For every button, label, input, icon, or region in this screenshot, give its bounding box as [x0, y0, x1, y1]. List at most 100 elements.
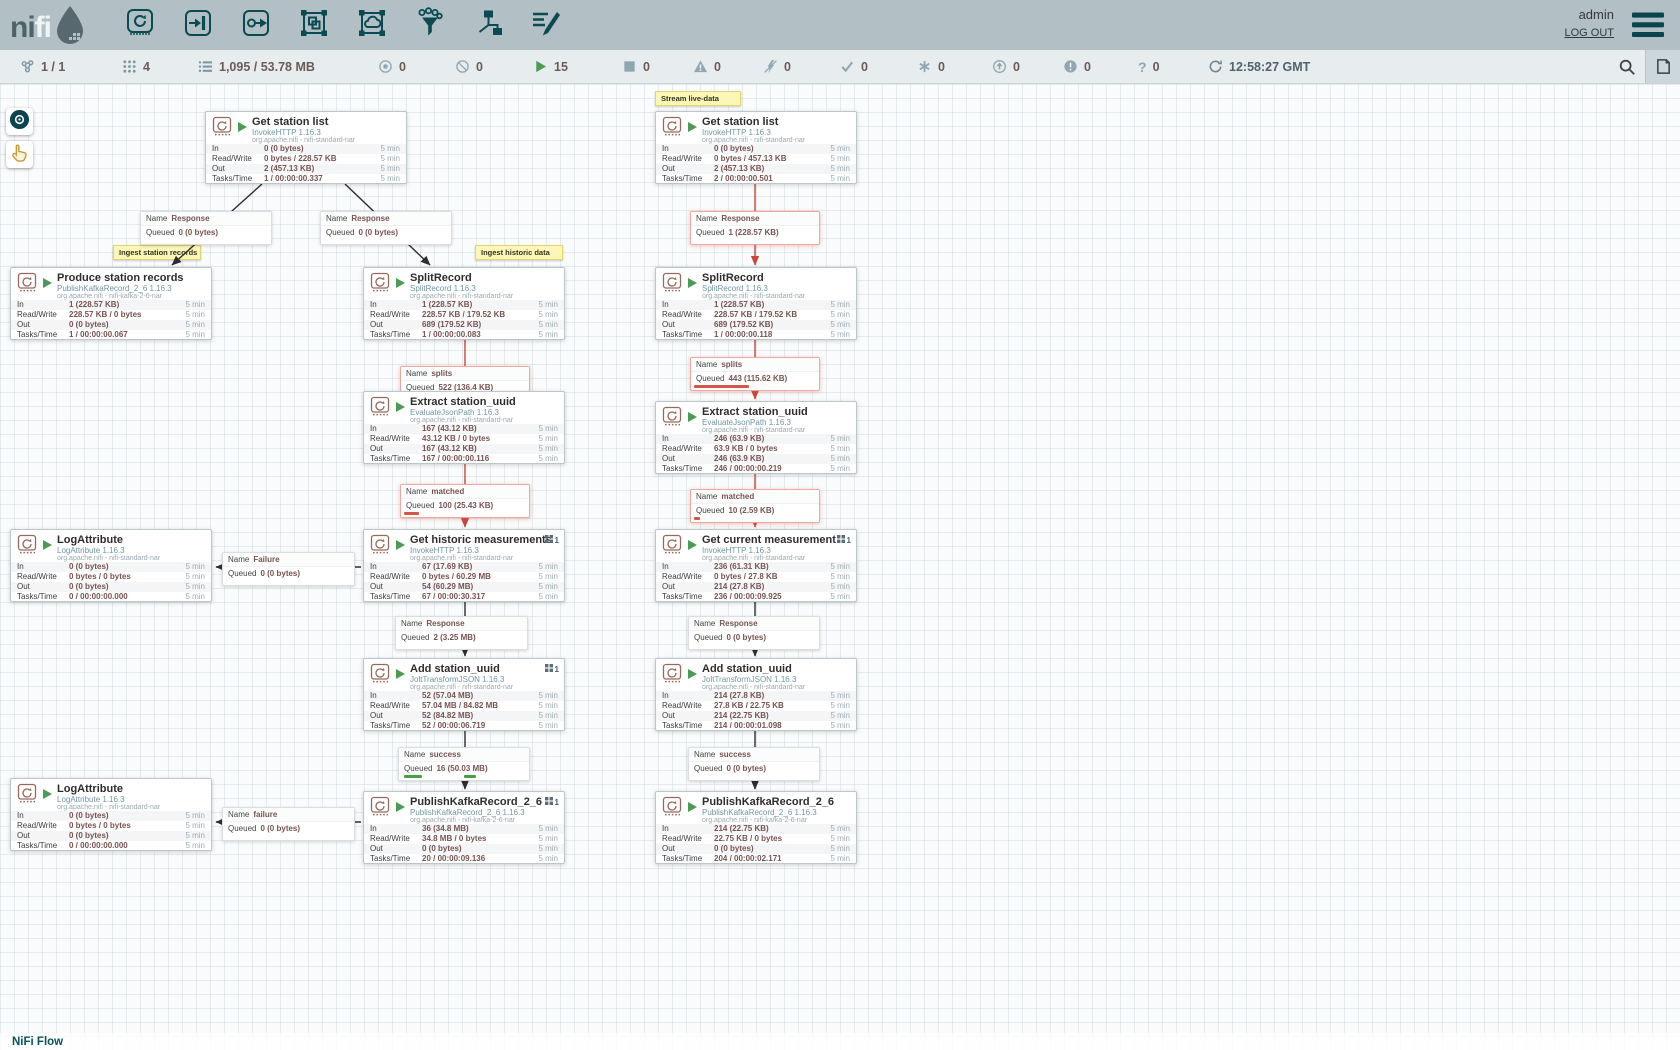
search-button[interactable] — [1618, 50, 1636, 83]
flow-canvas[interactable]: NiFi Flow Stream live-data Ingest station… — [0, 84, 1680, 1050]
connection-label[interactable]: Namematched Queued10 (2.59 KB) — [690, 489, 820, 523]
connection-label[interactable]: Namematched Queued100 (25.43 KB) — [400, 484, 530, 518]
connection-queued-value: 0 (0 bytes) — [178, 228, 218, 237]
status-threads: 4 — [122, 50, 150, 83]
funnel-icon — [414, 7, 446, 44]
status-locally-modified-stale: 0 — [1063, 50, 1091, 83]
connection-name-key: Name — [326, 214, 347, 223]
processor-log-attribute-2[interactable]: LogAttribute LogAttribute 1.16.3 org.apa… — [10, 778, 212, 851]
processor-type: JoltTransformJSON 1.16.3 — [410, 675, 564, 684]
connection-label[interactable]: NameResponse Queued0 (0 bytes) — [140, 211, 272, 245]
backpressure-bars — [692, 644, 816, 648]
processor-produce-station-records[interactable]: Produce station records PublishKafkaReco… — [10, 267, 212, 340]
connection-label[interactable]: NameResponse Queued0 (0 bytes) — [688, 616, 820, 650]
connection-label[interactable]: NameResponse Queued2 (3.25 MB) — [395, 616, 528, 650]
processor-header: Extract station_uuid EvaluateJsonPath 1.… — [656, 402, 856, 434]
connection-name-key: Name — [228, 810, 249, 819]
status-running-value: 15 — [554, 60, 568, 74]
invalid-icon — [693, 59, 708, 74]
toolbar-remote-process-group-button[interactable] — [354, 5, 390, 45]
processor-stats: In1 (228.57 KB)5 min Read/Write228.57 KB… — [656, 300, 856, 340]
stat-row: Tasks/Time236 / 00:00:09.9255 min — [656, 592, 856, 602]
canvas-label[interactable]: Ingest station records — [113, 245, 201, 260]
connection-label[interactable]: NameFailure Queued0 (0 bytes) — [222, 552, 355, 586]
canvas-label-text: Stream live-data — [661, 94, 719, 103]
connection-label[interactable]: Namefailure Queued0 (0 bytes) — [222, 807, 355, 841]
nifi-logo: nifi — [10, 5, 87, 50]
template-icon — [472, 7, 504, 44]
processor-name: Produce station records — [57, 272, 211, 284]
toolbar-input-port-button[interactable] — [180, 5, 216, 45]
processor-get-current-measurement[interactable]: Get current measurement InvokeHTTP 1.16.… — [655, 529, 857, 602]
stat-row: In52 (57.04 MB)5 min — [364, 691, 564, 701]
connection-name-row: Namesplits — [691, 358, 819, 372]
stat-row: Tasks/Time167 / 00:00:00.1165 min — [364, 454, 564, 464]
logout-link[interactable]: LOG OUT — [1534, 27, 1614, 39]
processor-bundle: org.apache.nifi - nifi-standard-nar — [410, 293, 564, 301]
processor-bundle: org.apache.nifi - nifi-standard-nar — [57, 555, 211, 563]
threads-badge-count: 1 — [555, 536, 559, 545]
connection-label[interactable]: NameResponse Queued0 (0 bytes) — [320, 211, 452, 245]
connection-name-key: Name — [228, 555, 249, 564]
stat-row: Tasks/Time2 / 00:00:00.5015 min — [656, 174, 856, 184]
processor-type: InvokeHTTP 1.16.3 — [410, 546, 564, 555]
processor-add-station-uuid-2[interactable]: Add station_uuid JoltTransformJSON 1.16.… — [655, 658, 857, 731]
connection-queued-row: Queued16 (50.03 MB) — [399, 762, 529, 775]
processor-publish-kafka-record-1[interactable]: PublishKafkaRecord_2_6 PublishKafkaRecor… — [363, 791, 565, 864]
navigate-palette-button[interactable] — [6, 108, 33, 135]
processor-get-station-list-1[interactable]: Get station list InvokeHTTP 1.16.3 org.a… — [205, 111, 407, 184]
connection-label[interactable]: Namesuccess Queued16 (50.03 MB) — [398, 747, 530, 781]
canvas-label[interactable]: Stream live-data — [655, 91, 741, 106]
status-refresh-time: 12:58:27 GMT — [1208, 50, 1310, 83]
processor-header: Produce station records PublishKafkaReco… — [11, 268, 211, 300]
connection-name-row: Namefailure — [223, 808, 354, 822]
processor-split-record-1[interactable]: SplitRecord SplitRecord 1.16.3 org.apach… — [363, 267, 565, 340]
threads-badge-icon — [545, 664, 553, 674]
connection-name-key: Name — [694, 619, 715, 628]
processor-type: EvaluateJsonPath 1.16.3 — [410, 408, 564, 417]
stat-row: Read/Write22.75 KB / 0 bytes5 min — [656, 834, 856, 844]
processor-log-attribute-1[interactable]: LogAttribute LogAttribute 1.16.3 org.apa… — [10, 529, 212, 602]
toolbar-processor-button[interactable] — [122, 5, 158, 45]
toolbar-output-port-button[interactable] — [238, 5, 274, 45]
backpressure-bars — [226, 835, 351, 839]
connection-queued-row: Queued0 (0 bytes) — [223, 567, 354, 580]
breadcrumb-root[interactable]: NiFi Flow — [12, 1036, 63, 1048]
hand-pointer-icon — [9, 142, 30, 168]
remote-process-group-icon — [356, 7, 388, 44]
processor-split-record-2[interactable]: SplitRecord SplitRecord 1.16.3 org.apach… — [655, 267, 857, 340]
operate-palette-button[interactable] — [6, 141, 33, 168]
backpressure-bar — [404, 775, 421, 778]
stat-row: Tasks/Time20 / 00:00:09.1365 min — [364, 854, 564, 864]
canvas-label[interactable]: Ingest historic data — [475, 245, 563, 260]
stat-row: In0 (0 bytes)5 min — [11, 811, 211, 821]
processor-get-historic-measurements[interactable]: Get historic measurements InvokeHTTP 1.1… — [363, 529, 565, 602]
toolbar-template-button[interactable] — [470, 5, 506, 45]
processor-get-station-list-2[interactable]: Get station list InvokeHTTP 1.16.3 org.a… — [655, 111, 857, 184]
processor-extract-station-uuid-2[interactable]: Extract station_uuid EvaluateJsonPath 1.… — [655, 401, 857, 474]
toolbar-label-button[interactable] — [528, 5, 564, 45]
app-header: nifi admin LOG OUT — [0, 0, 1680, 50]
connection-label[interactable]: Namesplits Queued443 (115.62 KB) — [690, 357, 820, 391]
processor-publish-kafka-record-2[interactable]: PublishKafkaRecord_2_6 PublishKafkaRecor… — [655, 791, 857, 864]
stat-row: Tasks/Time1 / 00:00:00.0675 min — [11, 330, 211, 340]
breadcrumb[interactable]: NiFi Flow — [0, 1033, 1680, 1050]
toolbar-funnel-button[interactable] — [412, 5, 448, 45]
connection-label[interactable]: NameResponse Queued1 (228.57 KB) — [690, 211, 820, 245]
running-icon — [533, 59, 548, 74]
connection-queued-key: Queued — [146, 228, 174, 237]
connection-label[interactable]: Namesuccess Queued0 (0 bytes) — [688, 747, 820, 781]
new-window-button[interactable] — [1645, 50, 1680, 83]
global-menu-button[interactable] — [1632, 12, 1664, 38]
connection-name-key: Name — [696, 360, 717, 369]
locally-modified-icon — [917, 59, 932, 74]
status-locally-modified-stale-value: 0 — [1084, 60, 1091, 74]
processor-add-station-uuid-1[interactable]: Add station_uuid JoltTransformJSON 1.16.… — [363, 658, 565, 731]
toolbar-process-group-button[interactable] — [296, 5, 332, 45]
processor-extract-station-uuid-1[interactable]: Extract station_uuid EvaluateJsonPath 1.… — [363, 391, 565, 464]
connection-queued-row: Queued0 (0 bytes) — [321, 226, 451, 239]
processor-stamp-icon — [212, 116, 232, 136]
status-transmitting-value: 0 — [399, 60, 406, 74]
processor-stamp-icon — [370, 663, 390, 683]
stat-row: Tasks/Time1 / 00:00:00.3375 min — [206, 174, 406, 184]
